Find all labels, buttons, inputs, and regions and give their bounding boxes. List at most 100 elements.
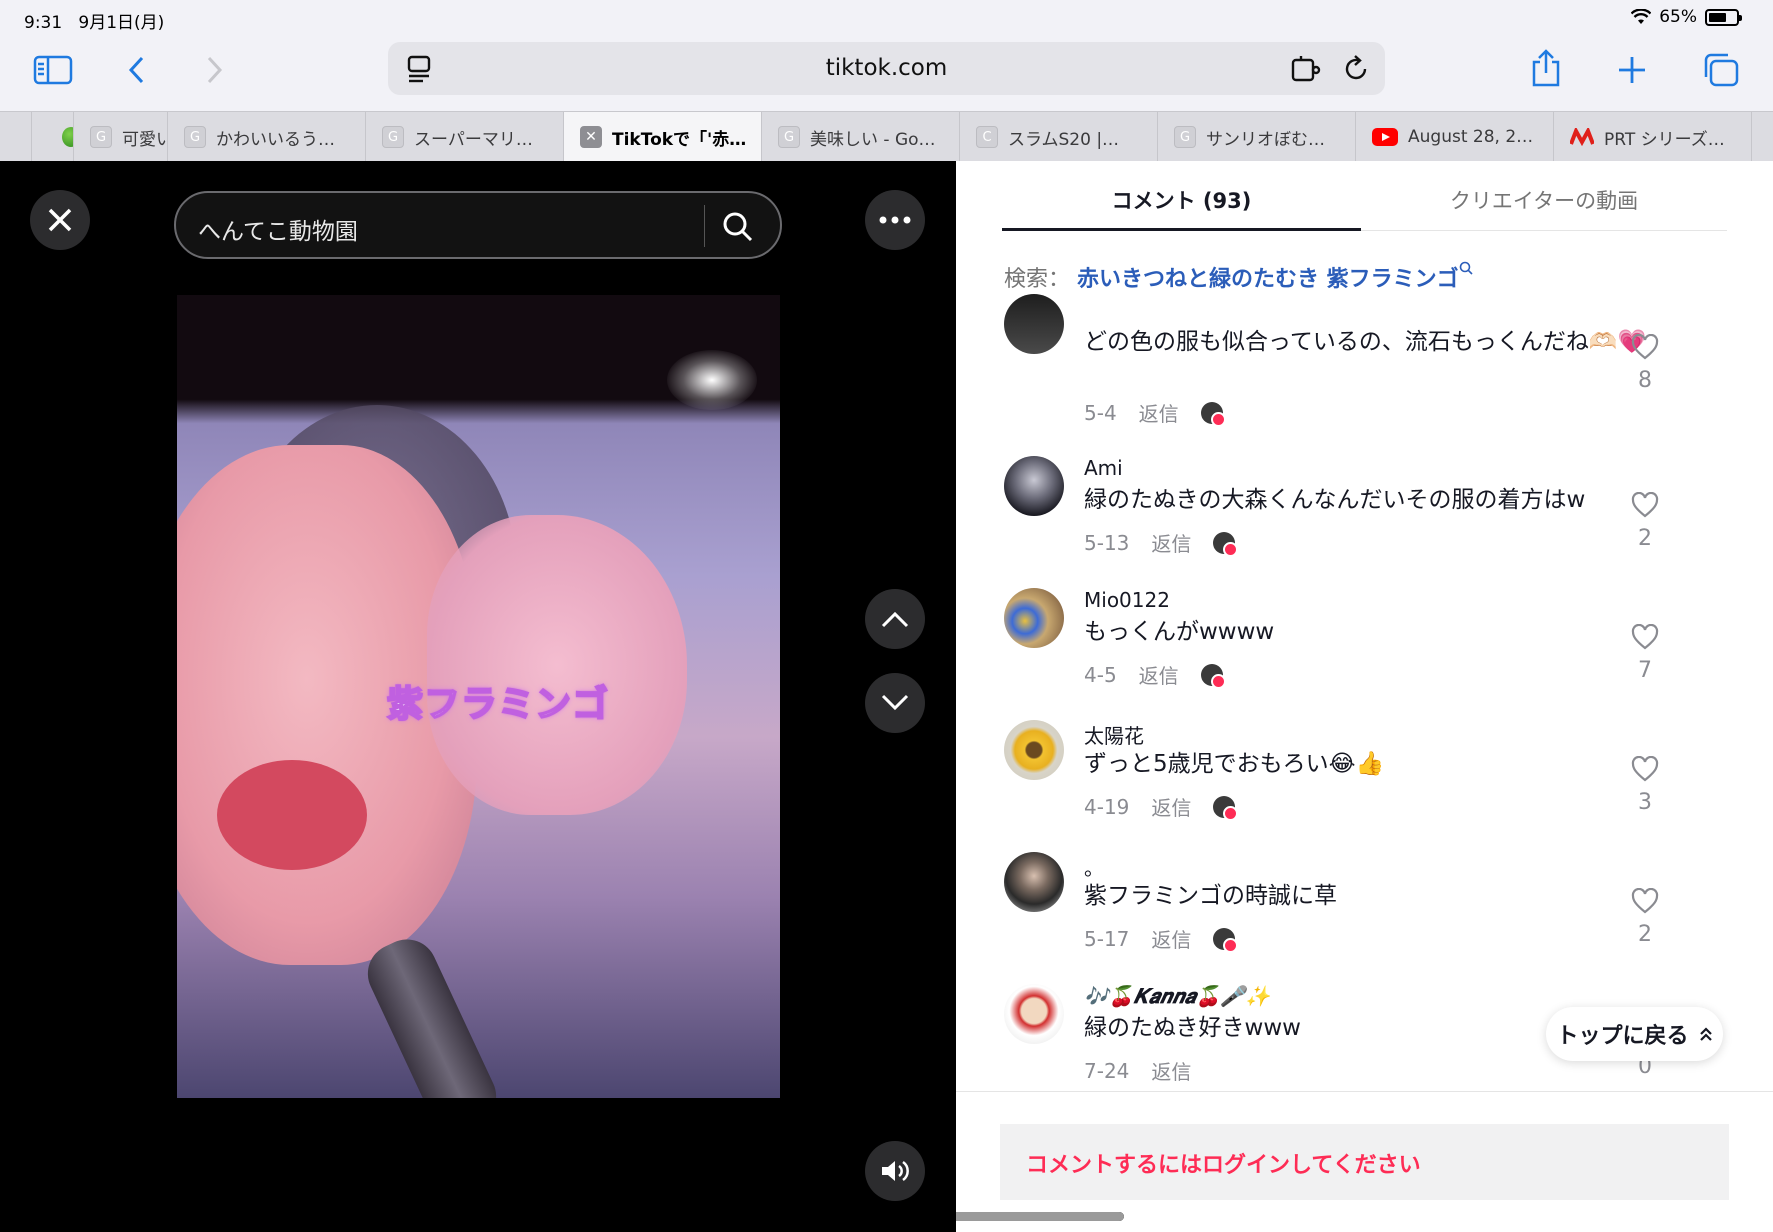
more-icon <box>879 216 911 224</box>
creator-liked-icon <box>1200 663 1226 689</box>
comment-username[interactable]: 🎶🍒𝑲𝒂𝒏𝒏𝒂🍒🎤✨ <box>1084 984 1270 1008</box>
comment-username[interactable]: Ami <box>1084 456 1123 480</box>
like-button[interactable]: 3 <box>1625 756 1665 815</box>
tab-label: スーパーマリ… <box>414 129 533 150</box>
tab-label: サンリオぼむ… <box>1206 129 1325 150</box>
favicon-icon: G <box>382 126 404 148</box>
comment-date: 4-19 <box>1084 794 1130 819</box>
avatar[interactable] <box>1004 852 1064 912</box>
avatar[interactable] <box>1004 294 1064 354</box>
comment-item: Mio0122 もっくんがwwww 4-5 返信 7 <box>1004 588 1729 698</box>
favicon-icon: G <box>1174 126 1196 148</box>
heart-icon <box>1631 756 1659 782</box>
status-bar: 9:31 9月1日(月) 65% <box>0 0 1773 36</box>
comments-panel: コメント (93) クリエイターの動画 検索： 赤いきつねと緑のたむき 紫フラミ… <box>956 161 1773 1232</box>
more-options-button[interactable] <box>865 190 925 250</box>
creator-liked-icon <box>1213 795 1239 821</box>
reply-button[interactable]: 返信 <box>1151 1056 1191 1085</box>
back-to-top-label: トップに戻る <box>1556 1024 1689 1049</box>
back-button[interactable] <box>113 46 161 94</box>
tab-9[interactable]: PRT シリーズ… <box>1554 112 1752 162</box>
tab-comments[interactable]: コメント (93) <box>1002 185 1361 215</box>
tab-1[interactable]: G 可愛い <box>74 112 168 162</box>
comment-date: 7-24 <box>1084 1058 1130 1083</box>
favicon-icon: C <box>976 126 998 148</box>
video-frame[interactable]: 紫フラミンゴ <box>177 295 780 1098</box>
related-search-label: 検索： <box>1004 267 1071 292</box>
creator-liked-icon <box>1213 927 1239 953</box>
favicon-icon: G <box>778 126 800 148</box>
login-prompt: コメントするにはログインしてください <box>1026 1153 1421 1178</box>
comment-meta: 4-5 返信 <box>1084 660 1226 689</box>
sidebar-toggle-icon[interactable] <box>29 46 77 94</box>
related-search-link[interactable]: 赤いきつねと緑のたむき 紫フラミンゴ <box>1077 267 1459 292</box>
video-subject-hand <box>427 515 687 815</box>
close-icon: ✕ <box>580 126 602 148</box>
comment-text: どの色の服も似合っているの、流石もっくんだね🫶🏻💗 <box>1084 329 1647 355</box>
volume-button[interactable] <box>865 1141 925 1201</box>
related-search: 検索： 赤いきつねと緑のたむき 紫フラミンゴ <box>1004 261 1473 293</box>
heart-icon <box>1631 624 1659 650</box>
tab-6[interactable]: C スラムS20 |… <box>960 112 1158 162</box>
battery-icon <box>1705 8 1742 26</box>
close-video-button[interactable] <box>30 190 90 250</box>
tab-2[interactable]: G かわいいるう… <box>168 112 366 162</box>
search-small-icon <box>1459 261 1473 275</box>
video-subject-mouth <box>217 760 367 870</box>
like-button[interactable]: 8 <box>1625 334 1665 393</box>
back-to-top-button[interactable]: トップに戻る <box>1546 1007 1723 1061</box>
like-button[interactable]: 2 <box>1625 492 1665 551</box>
tab-8[interactable]: August 28, 2… <box>1356 112 1554 162</box>
heart-icon <box>1631 334 1659 360</box>
avatar[interactable] <box>1004 720 1064 780</box>
tab-overview-icon[interactable] <box>1697 46 1745 94</box>
new-tab-icon[interactable] <box>1608 46 1656 94</box>
tab-5[interactable]: G 美味しい - Go… <box>762 112 960 162</box>
comment-date: 5-17 <box>1084 926 1130 951</box>
comment-username[interactable]: 太陽花 <box>1084 720 1144 749</box>
search-icon[interactable] <box>722 211 754 243</box>
like-button[interactable]: 7 <box>1625 624 1665 683</box>
comment-meta: 4-19 返信 <box>1084 792 1239 821</box>
comment-input-area: コメントするにはログインしてください <box>956 1091 1773 1232</box>
address-bar[interactable]: tiktok.com <box>388 42 1385 95</box>
comment-text: 紫フラミンゴの時誠に草 <box>1084 883 1337 909</box>
active-tab-underline <box>1002 228 1361 231</box>
tab-7[interactable]: G サンリオぼむ… <box>1158 112 1356 162</box>
reply-button[interactable]: 返信 <box>1151 924 1191 953</box>
tab-label: August 28, 2… <box>1408 127 1534 147</box>
tab-4[interactable]: ✕ TikTokで「'赤… <box>564 112 762 162</box>
comment-item: どの色の服も似合っているの、流石もっくんだね🫶🏻💗 5-4 返信 8 <box>1004 294 1729 436</box>
reply-button[interactable]: 返信 <box>1151 528 1191 557</box>
double-chevron-up-icon <box>1699 1027 1712 1041</box>
tab-creator-videos[interactable]: クリエイターの動画 <box>1361 185 1727 215</box>
video-viewer: へんてこ動物園 紫フラミンゴ <box>0 161 956 1232</box>
next-video-button[interactable] <box>865 673 925 733</box>
stage-light <box>667 350 757 410</box>
reply-button[interactable]: 返信 <box>1151 792 1191 821</box>
green-apple-icon <box>62 127 73 147</box>
reply-button[interactable]: 返信 <box>1139 398 1179 427</box>
avatar[interactable] <box>1004 984 1064 1044</box>
home-indicator[interactable] <box>650 1212 1124 1221</box>
comment-username[interactable]: Mio0122 <box>1084 588 1170 612</box>
browser-toolbar: tiktok.com <box>0 36 1773 111</box>
previous-video-button[interactable] <box>865 589 925 649</box>
extensions-icon[interactable] <box>1290 54 1322 84</box>
like-button[interactable]: 2 <box>1625 888 1665 947</box>
share-icon[interactable] <box>1522 44 1570 92</box>
tab-3[interactable]: G スーパーマリ… <box>366 112 564 162</box>
reply-button[interactable]: 返信 <box>1139 660 1179 689</box>
comment-username[interactable]: 。 <box>1084 852 1104 881</box>
forward-button[interactable] <box>190 46 238 94</box>
video-caption: 紫フラミンゴ <box>386 683 610 726</box>
login-to-comment-button[interactable]: コメントするにはログインしてください <box>1000 1124 1729 1200</box>
avatar[interactable] <box>1004 456 1064 516</box>
like-count: 3 <box>1638 790 1652 815</box>
video-search-input[interactable]: へんてこ動物園 <box>174 191 782 259</box>
tab-0[interactable] <box>32 112 74 162</box>
avatar[interactable] <box>1004 588 1064 648</box>
comment-meta: 5-13 返信 <box>1084 528 1239 557</box>
reload-icon[interactable] <box>1342 54 1370 84</box>
comment-text: もっくんがwwww <box>1084 619 1275 645</box>
